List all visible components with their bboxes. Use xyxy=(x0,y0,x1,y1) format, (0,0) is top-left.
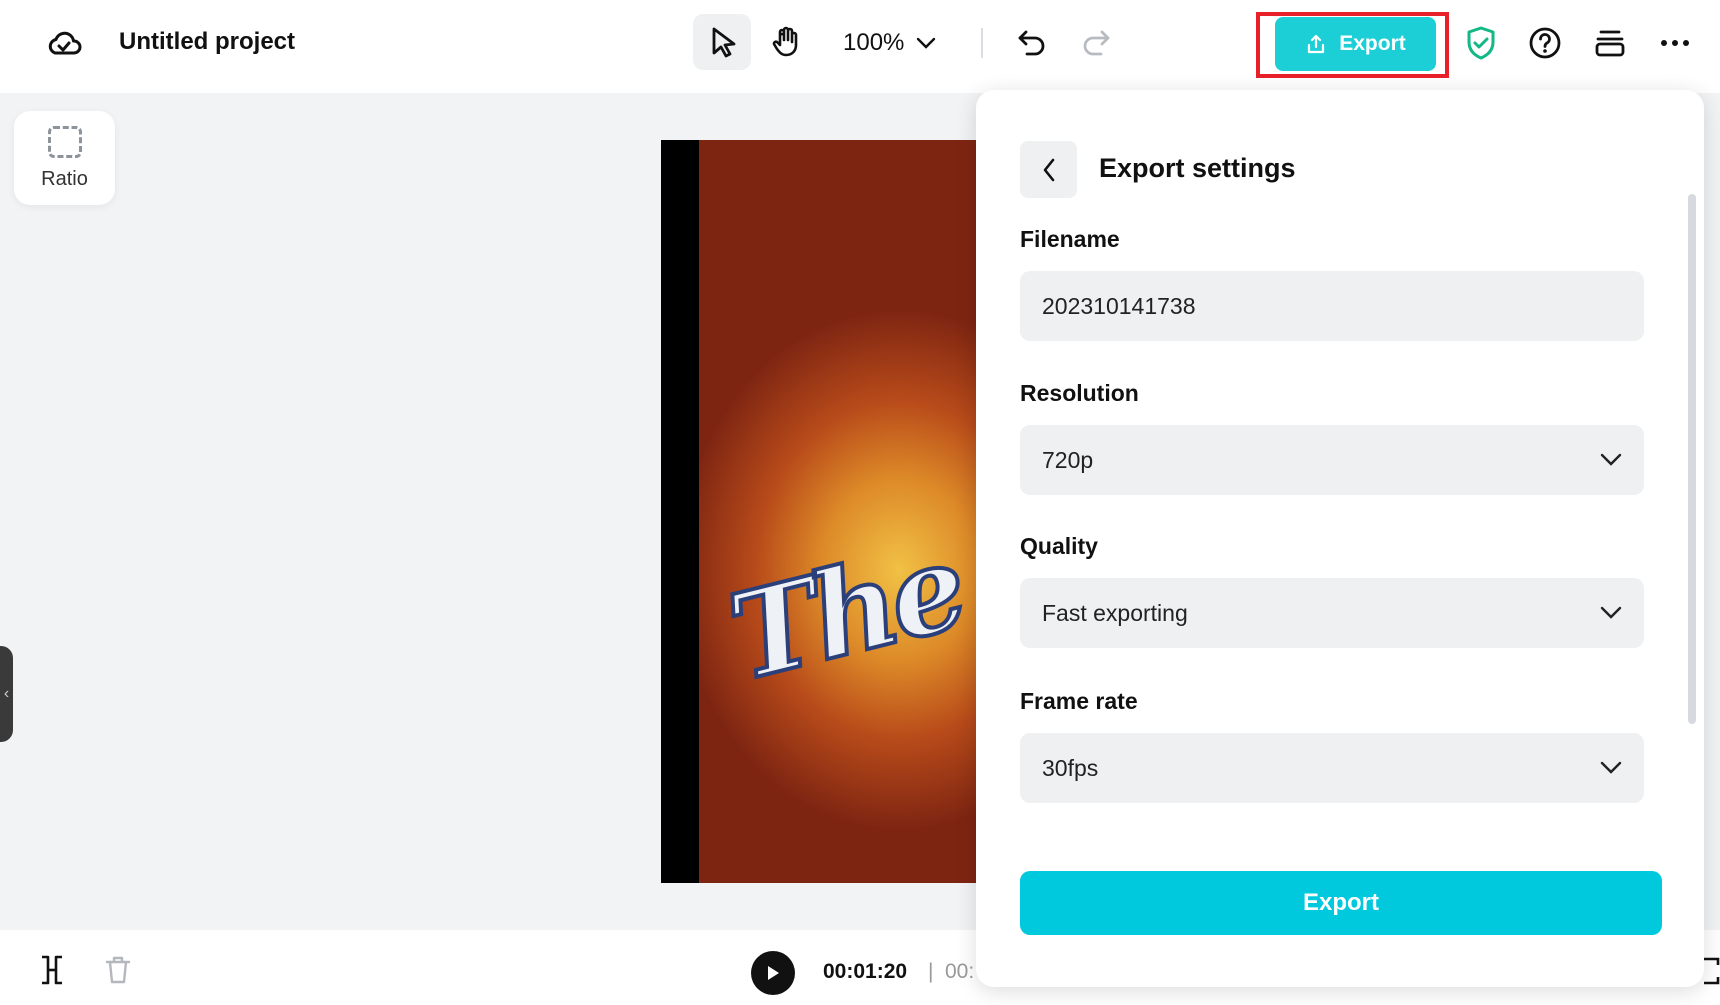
total-time: 00: xyxy=(945,960,975,983)
chevron-down-icon xyxy=(1600,606,1622,619)
ratio-label: Ratio xyxy=(41,167,88,190)
upload-icon xyxy=(1308,34,1325,54)
video-frame: The E xyxy=(699,140,976,883)
more-horizontal-icon[interactable] xyxy=(1652,20,1698,66)
ratio-icon xyxy=(47,125,82,158)
shield-check-icon[interactable] xyxy=(1458,20,1504,66)
filename-field[interactable] xyxy=(1020,271,1644,341)
export-button[interactable]: Export xyxy=(1020,871,1662,935)
undo-icon[interactable] xyxy=(1003,14,1061,70)
play-icon xyxy=(768,966,779,980)
export-settings-panel: Export settings Filename Resolution 720p… xyxy=(976,90,1704,987)
help-circle-icon[interactable] xyxy=(1522,20,1568,66)
chevron-down-icon xyxy=(1600,761,1622,774)
time-separator: | xyxy=(928,960,934,983)
ratio-button[interactable]: Ratio xyxy=(14,111,115,205)
svg-text:The E: The E xyxy=(717,486,976,707)
video-title-graphic: The E xyxy=(715,484,976,709)
trash-icon[interactable] xyxy=(103,955,133,985)
video-preview[interactable]: The E xyxy=(661,140,976,883)
pointer-icon[interactable] xyxy=(693,14,751,70)
layers-icon[interactable] xyxy=(1587,20,1633,66)
filename-label: Filename xyxy=(1020,226,1120,252)
chevron-left-icon xyxy=(1043,158,1054,181)
filename-input[interactable] xyxy=(1042,292,1622,320)
zoom-value: 100% xyxy=(843,29,905,56)
play-button[interactable] xyxy=(751,951,795,995)
top-toolbar: Untitled project 100% Export xyxy=(0,0,1720,93)
quality-select[interactable]: Fast exporting xyxy=(1020,578,1644,648)
resolution-value: 720p xyxy=(1042,446,1094,473)
redo-icon[interactable] xyxy=(1067,14,1125,70)
split-icon[interactable] xyxy=(38,955,66,985)
back-button[interactable] xyxy=(1020,141,1077,198)
hand-icon[interactable] xyxy=(757,14,815,70)
chevron-down-icon xyxy=(1600,453,1622,466)
chevron-down-icon xyxy=(917,37,936,49)
panel-title: Export settings xyxy=(1099,153,1296,183)
resolution-label: Resolution xyxy=(1020,380,1139,406)
cloud-icon[interactable] xyxy=(42,24,86,62)
export-button-top[interactable]: Export xyxy=(1275,17,1436,71)
zoom-select[interactable]: 100% xyxy=(843,26,936,60)
quality-value: Fast exporting xyxy=(1042,599,1188,626)
quality-label: Quality xyxy=(1020,533,1098,559)
frame-rate-value: 30fps xyxy=(1042,754,1099,781)
panel-collapse-handle[interactable]: ‹ xyxy=(0,646,13,742)
frame-rate-select[interactable]: 30fps xyxy=(1020,733,1644,803)
project-title[interactable]: Untitled project xyxy=(119,28,295,56)
resolution-select[interactable]: 720p xyxy=(1020,425,1644,495)
toolbar-divider xyxy=(981,28,983,58)
panel-scrollbar[interactable] xyxy=(1688,194,1696,724)
export-top-label: Export xyxy=(1339,32,1406,55)
frame-rate-label: Frame rate xyxy=(1020,688,1138,714)
current-time: 00:01:20 xyxy=(823,960,908,983)
